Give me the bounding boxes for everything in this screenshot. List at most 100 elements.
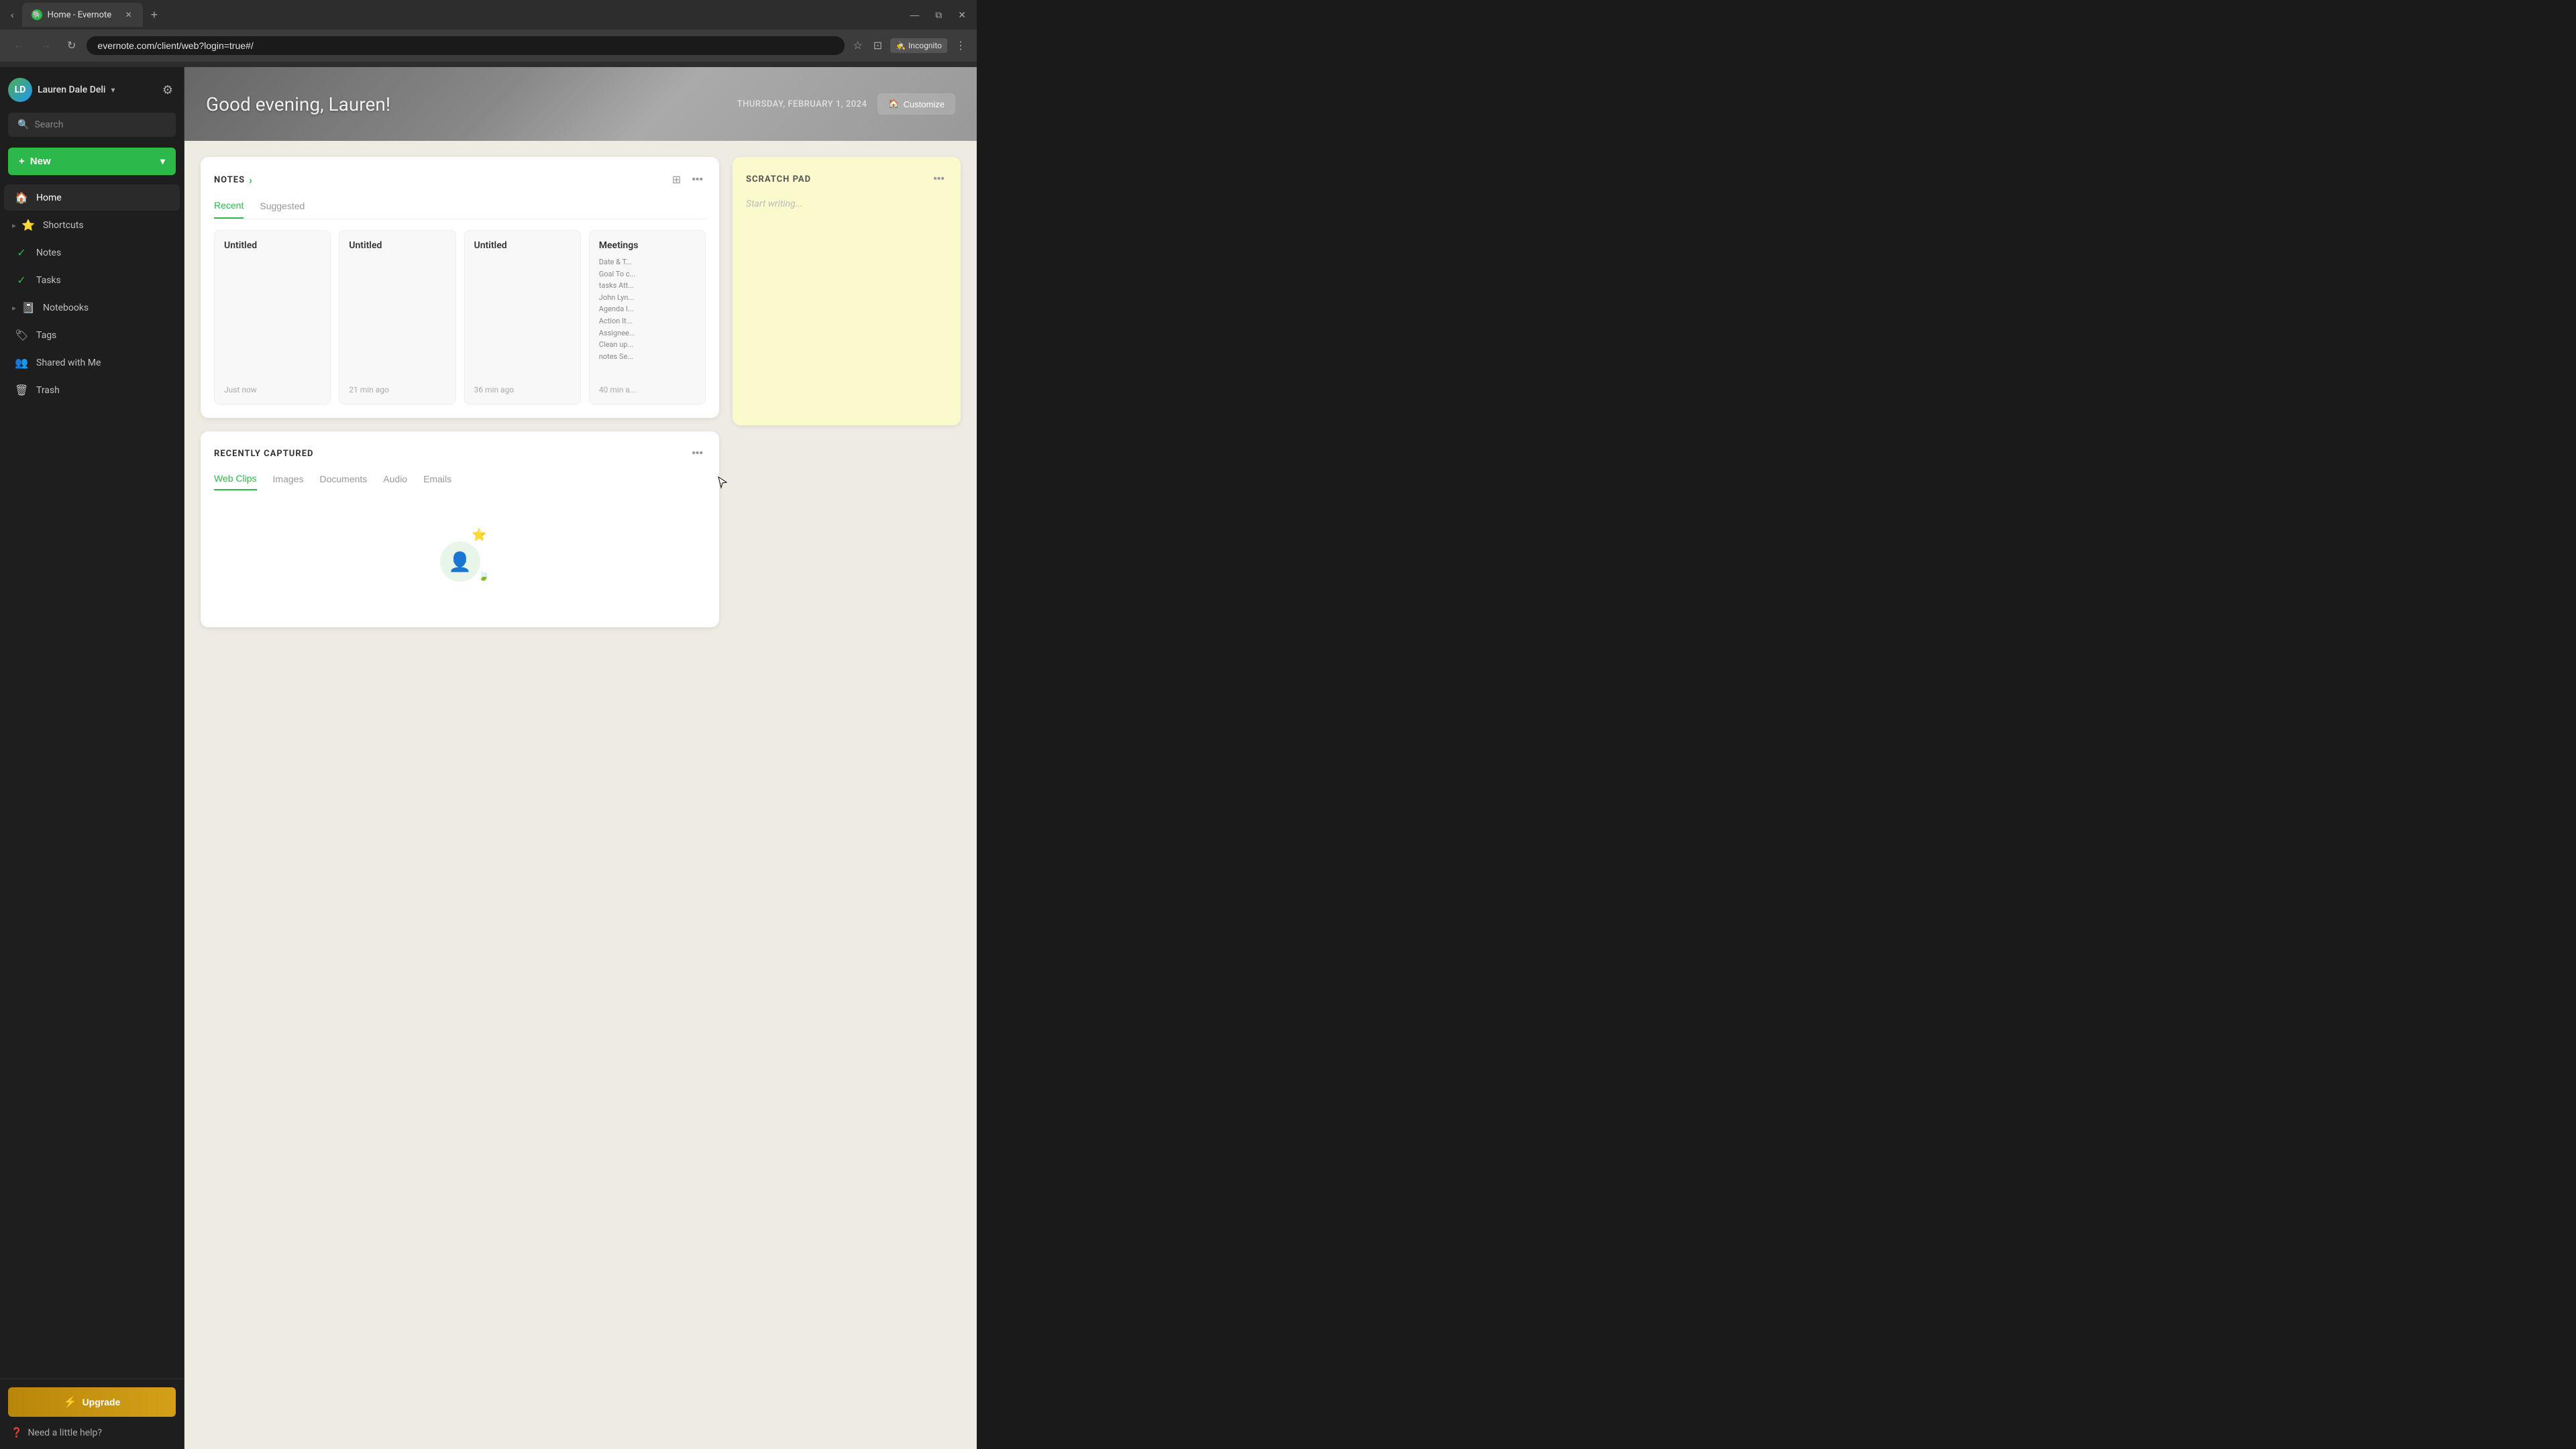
scratch-pad: SCRATCH PAD ••• Start writing...	[733, 157, 961, 425]
active-tab[interactable]: 🐘 Home - Evernote ✕	[22, 3, 143, 27]
scratch-pad-more-button[interactable]: •••	[930, 170, 947, 188]
notes-grid: Untitled Just now Untitled 21 min ago	[214, 230, 706, 405]
sidebar-item-notebooks[interactable]: ▸ 📓 Notebooks	[4, 294, 180, 321]
customize-button[interactable]: 🏠 Customize	[877, 93, 955, 115]
captured-tabs: Web Clips Images Documents Audio Emails	[214, 473, 706, 490]
address-bar-row: ← → ↻ ☆ ⊡ 🕵 Incognito ⋮	[0, 30, 977, 62]
notes-title-arrow: ›	[249, 174, 253, 186]
browser-chrome: ‹ 🐘 Home - Evernote ✕ + — ⧉ ✕ ← → ↻ ☆ ⊡ …	[0, 0, 977, 67]
star-icon: ⭐	[472, 528, 486, 542]
note-card-2[interactable]: Untitled 21 min ago	[339, 230, 455, 405]
sidebar-item-notes-label: Notes	[36, 248, 61, 258]
captured-card: RECENTLY CAPTURED ••• Web Clips Images D…	[201, 431, 719, 627]
sidebar-top: LD Lauren Dale Deli ▾ ⚙	[0, 67, 184, 107]
scratch-pad-body[interactable]: Start writing...	[746, 199, 947, 209]
sidebar-item-trash[interactable]: 🗑 Trash	[4, 377, 180, 403]
captured-title-text: RECENTLY CAPTURED	[214, 449, 313, 459]
incognito-badge: 🕵 Incognito	[890, 38, 947, 53]
note-time-3: 36 min ago	[474, 385, 571, 394]
customize-label: Customize	[904, 99, 945, 109]
new-plus-icon: +	[19, 156, 25, 167]
window-controls: — ⧉ ✕	[904, 7, 971, 23]
split-view-button[interactable]: ⊡	[871, 36, 885, 55]
new-button-label: New	[30, 156, 51, 167]
note-title-4: Meetings Date & T...Goal To c...tasks At…	[599, 240, 696, 362]
sidebar-item-trash-label: Trash	[36, 385, 60, 396]
captured-more-button[interactable]: •••	[689, 445, 706, 462]
sidebar-item-shortcuts[interactable]: ▸ ⭐ Shortcuts	[4, 212, 180, 238]
tab-close-button[interactable]: ✕	[124, 9, 133, 21]
upgrade-icon: ⚡	[64, 1395, 77, 1409]
notes-card-title[interactable]: NOTES ›	[214, 174, 253, 186]
notebooks-icon: 📓	[21, 301, 35, 314]
captured-card-title: RECENTLY CAPTURED	[214, 449, 313, 459]
note-card-3[interactable]: Untitled 36 min ago	[464, 230, 581, 405]
bookmark-button[interactable]: ☆	[850, 36, 865, 55]
notes-more-button[interactable]: •••	[689, 171, 706, 189]
sidebar-item-shortcuts-label: Shortcuts	[43, 220, 84, 231]
browser-back-button[interactable]: ←	[8, 37, 30, 54]
settings-button[interactable]: ⚙	[160, 80, 176, 100]
sidebar-item-home[interactable]: 🏠 Home	[4, 184, 180, 211]
search-icon: 🔍	[17, 119, 29, 130]
sidebar-bottom: ⚡ Upgrade ❓ Need a little help?	[0, 1379, 184, 1449]
main-header: Good evening, Lauren! THURSDAY, FEBRUARY…	[184, 67, 977, 141]
notes-add-button[interactable]: ⊞	[669, 170, 684, 189]
browser-forward-button[interactable]: →	[35, 37, 56, 54]
notes-title-text: NOTES	[214, 175, 245, 185]
note-time-4: 40 min a...	[599, 385, 696, 394]
main-content: Good evening, Lauren! THURSDAY, FEBRUARY…	[184, 67, 977, 1449]
search-bar[interactable]: 🔍 Search	[8, 113, 176, 137]
notes-card-actions: ⊞ •••	[669, 170, 706, 189]
sidebar-item-tags[interactable]: 🏷 Tags	[4, 322, 180, 348]
captured-empty-state: 👤 ⭐ 🍃	[214, 501, 706, 614]
scratch-pad-title: SCRATCH PAD	[746, 174, 811, 184]
expand-icon: ▸	[12, 221, 16, 230]
tab-web-clips[interactable]: Web Clips	[214, 473, 257, 490]
address-bar-actions: ☆ ⊡ 🕵 Incognito ⋮	[850, 36, 969, 55]
upgrade-button[interactable]: ⚡ Upgrade	[8, 1387, 176, 1417]
notes-card: NOTES › ⊞ ••• Recent Suggested	[201, 157, 719, 418]
note-time-1: Just now	[224, 385, 321, 394]
help-icon: ❓	[11, 1428, 22, 1438]
help-link[interactable]: ❓ Need a little help?	[8, 1425, 176, 1441]
header-right: THURSDAY, FEBRUARY 1, 2024 🏠 Customize	[737, 93, 955, 115]
minimize-button[interactable]: —	[904, 7, 924, 23]
tab-emails[interactable]: Emails	[423, 473, 451, 490]
new-tab-button[interactable]: +	[146, 5, 164, 25]
date-display: THURSDAY, FEBRUARY 1, 2024	[737, 99, 867, 109]
captured-card-actions: •••	[689, 445, 706, 462]
new-button-chevron-icon: ▾	[160, 156, 165, 167]
new-button[interactable]: + New ▾	[8, 148, 176, 175]
browser-menu-button[interactable]: ⋮	[953, 36, 969, 55]
scratch-pad-placeholder: Start writing...	[746, 199, 802, 209]
sidebar-item-notes[interactable]: ✓ Notes	[4, 239, 180, 266]
tasks-icon: ✓	[15, 274, 28, 286]
browser-reload-button[interactable]: ↻	[62, 36, 81, 55]
user-info[interactable]: LD Lauren Dale Deli ▾	[8, 78, 115, 102]
note-card-4[interactable]: Meetings Date & T...Goal To c...tasks At…	[589, 230, 706, 405]
tab-title: Home - Evernote	[48, 10, 119, 20]
address-bar-input[interactable]	[87, 36, 845, 55]
notes-tabs: Recent Suggested	[214, 200, 706, 219]
tab-recent[interactable]: Recent	[214, 200, 244, 219]
note-card-1[interactable]: Untitled Just now	[214, 230, 331, 405]
note-time-2: 21 min ago	[349, 385, 445, 394]
sidebar-item-shared-label: Shared with Me	[36, 358, 101, 368]
tab-back-button[interactable]: ‹	[5, 7, 19, 23]
tab-images[interactable]: Images	[273, 473, 304, 490]
sidebar-item-tasks[interactable]: ✓ Tasks	[4, 267, 180, 293]
user-chevron-icon: ▾	[111, 85, 115, 95]
sidebar-item-notebooks-label: Notebooks	[43, 303, 89, 313]
sidebar-item-shared[interactable]: 👥 Shared with Me	[4, 350, 180, 376]
note-title-1: Untitled	[224, 240, 321, 256]
maximize-button[interactable]: ⧉	[930, 7, 947, 23]
close-button[interactable]: ✕	[953, 7, 971, 23]
scratch-pad-header: SCRATCH PAD •••	[746, 170, 947, 188]
tags-icon: 🏷	[15, 329, 28, 341]
new-button-label-group: + New	[19, 156, 51, 167]
captured-empty-icon: 👤	[440, 541, 480, 582]
tab-suggested[interactable]: Suggested	[260, 200, 305, 219]
tab-documents[interactable]: Documents	[319, 473, 367, 490]
tab-audio[interactable]: Audio	[383, 473, 407, 490]
